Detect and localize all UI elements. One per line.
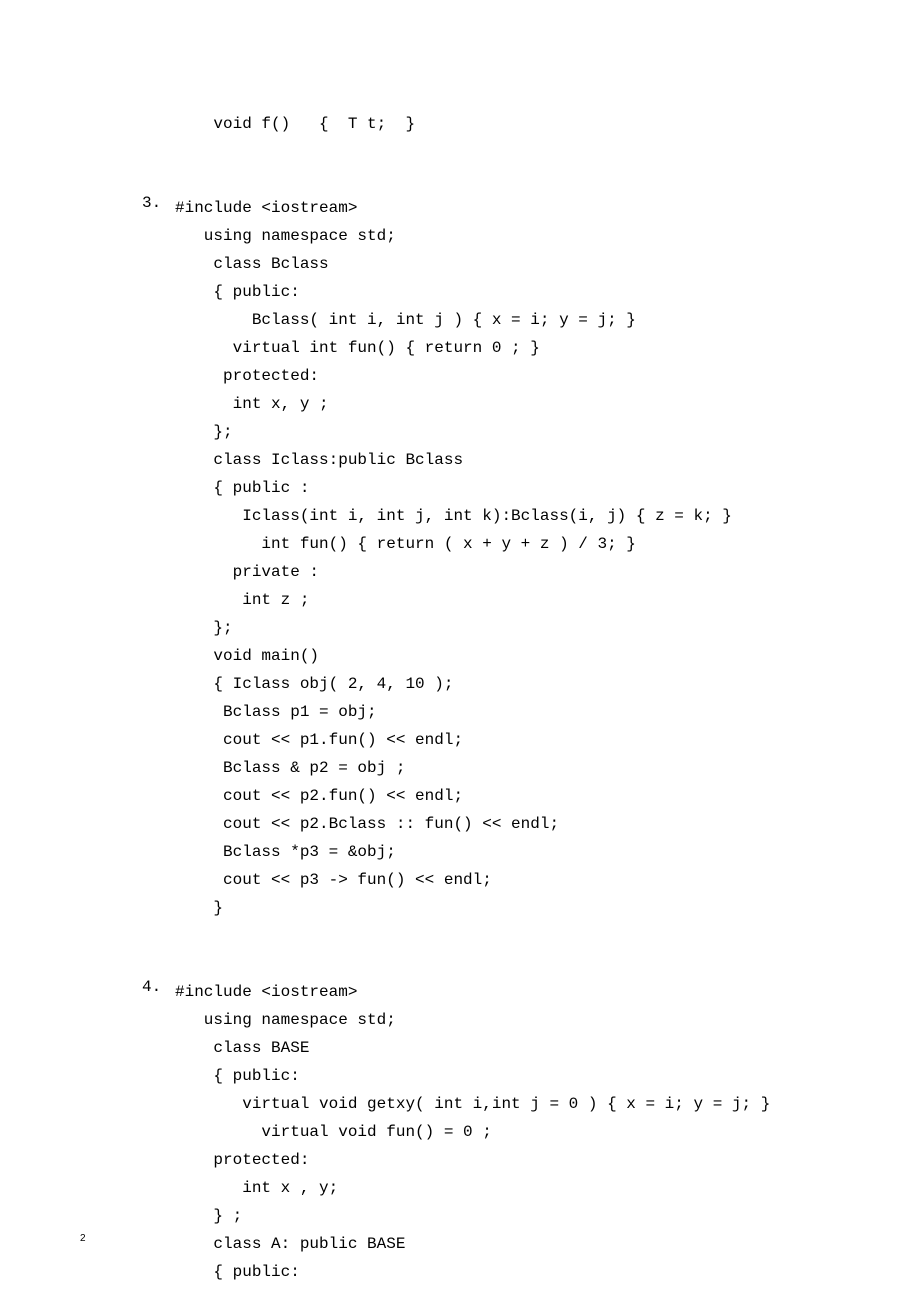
section-4: 4. #include <iostream> using namespace s… <box>0 978 920 1286</box>
section-3-code: #include <iostream> using namespace std;… <box>0 194 920 922</box>
section-4-number: 4. <box>142 978 161 996</box>
section-4-code: #include <iostream> using namespace std;… <box>0 978 920 1286</box>
code-fragment-top: void f() { T t; } <box>0 110 920 138</box>
section-3: 3. #include <iostream> using namespace s… <box>0 194 920 922</box>
page-number: 2 <box>80 1233 86 1244</box>
top-fragment-section: void f() { T t; } <box>0 110 920 138</box>
section-3-number: 3. <box>142 194 161 212</box>
document-page: void f() { T t; } 3. #include <iostream>… <box>0 0 920 1302</box>
